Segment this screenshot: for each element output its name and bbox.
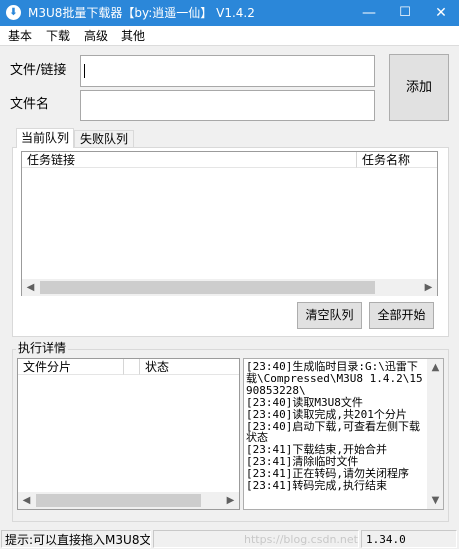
column-spacer[interactable] xyxy=(124,359,140,375)
menu-other[interactable]: 其他 xyxy=(121,26,145,46)
tab-failed-queue[interactable]: 失败队列 xyxy=(74,130,134,148)
status-bar: 提示:可以直接拖入M3U8文件哦 https://blog.csdn.net/K… xyxy=(0,528,459,549)
column-status[interactable]: 状态 xyxy=(140,359,239,375)
tab-current-queue[interactable]: 当前队列 xyxy=(16,128,74,148)
log-line: [23:40]启动下载,可查看左侧下载状态 xyxy=(246,419,420,445)
queue-list[interactable]: 任务链接 任务名称 ◀ ▶ xyxy=(21,151,438,296)
details-group-title: 执行详情 xyxy=(16,341,69,355)
scroll-left-icon[interactable]: ◀ xyxy=(22,279,39,296)
title-bar[interactable]: ⬇ M3U8批量下载器【by:逍遥一仙】 V1.4.2 — ☐ ✕ xyxy=(0,0,459,26)
download-icon: ⬇ xyxy=(6,5,21,20)
segment-list[interactable]: 文件分片 状态 ◀ ▶ xyxy=(17,358,240,510)
column-file-segment[interactable]: 文件分片 xyxy=(18,359,124,375)
log-lines: [23:40]生成临时目录:G:\迅雷下载\Compressed\M3U8 1.… xyxy=(246,361,428,492)
file-link-label: 文件/链接 xyxy=(10,63,67,78)
menu-bar: 基本 下载 高级 其他 xyxy=(0,26,459,46)
text-caret xyxy=(84,64,85,78)
log-vertical-scrollbar[interactable]: ▲ ▼ xyxy=(427,359,443,509)
scroll-left-icon[interactable]: ◀ xyxy=(18,492,35,509)
queue-horizontal-scrollbar[interactable]: ◀ ▶ xyxy=(22,279,437,296)
menu-basic[interactable]: 基本 xyxy=(8,26,32,46)
column-task-link[interactable]: 任务链接 xyxy=(22,152,357,168)
file-link-input[interactable] xyxy=(80,55,375,87)
scroll-down-icon[interactable]: ▼ xyxy=(427,492,443,509)
maximize-button[interactable]: ☐ xyxy=(387,0,423,26)
clear-queue-button[interactable]: 清空队列 xyxy=(297,302,362,329)
scroll-thumb[interactable] xyxy=(36,494,201,507)
window-title: M3U8批量下载器【by:逍遥一仙】 V1.4.2 xyxy=(28,6,255,20)
scroll-thumb[interactable] xyxy=(40,281,375,294)
status-hint: 提示:可以直接拖入M3U8文件哦 xyxy=(1,530,151,548)
log-line: [23:40]读取M3U8文件 xyxy=(246,395,363,409)
segment-horizontal-scrollbar[interactable]: ◀ ▶ xyxy=(18,492,239,509)
close-button[interactable]: ✕ xyxy=(423,0,459,26)
status-version: 1.34.0 xyxy=(361,530,457,548)
scroll-right-icon[interactable]: ▶ xyxy=(420,279,437,296)
add-button[interactable]: 添加 xyxy=(389,54,449,121)
scroll-right-icon[interactable]: ▶ xyxy=(222,492,239,509)
menu-download[interactable]: 下载 xyxy=(46,26,70,46)
status-watermark: https://blog.csdn.net/Kerosenu xyxy=(153,530,359,548)
scroll-up-icon[interactable]: ▲ xyxy=(427,359,443,376)
column-task-name[interactable]: 任务名称 xyxy=(357,152,437,168)
log-output[interactable]: [23:40]生成临时目录:G:\迅雷下载\Compressed\M3U8 1.… xyxy=(243,358,444,510)
start-all-button[interactable]: 全部开始 xyxy=(369,302,434,329)
log-line: [23:41]转码完成,执行结束 xyxy=(246,479,387,493)
log-line: [23:40]读取完成,共201个分片 xyxy=(246,407,407,421)
file-name-input[interactable] xyxy=(80,90,375,121)
file-name-label: 文件名 xyxy=(10,97,50,112)
menu-advanced[interactable]: 高级 xyxy=(84,26,108,46)
minimize-button[interactable]: — xyxy=(351,0,387,26)
log-line: [23:40]生成临时目录:G:\迅雷下载\Compressed\M3U8 1.… xyxy=(246,360,423,397)
